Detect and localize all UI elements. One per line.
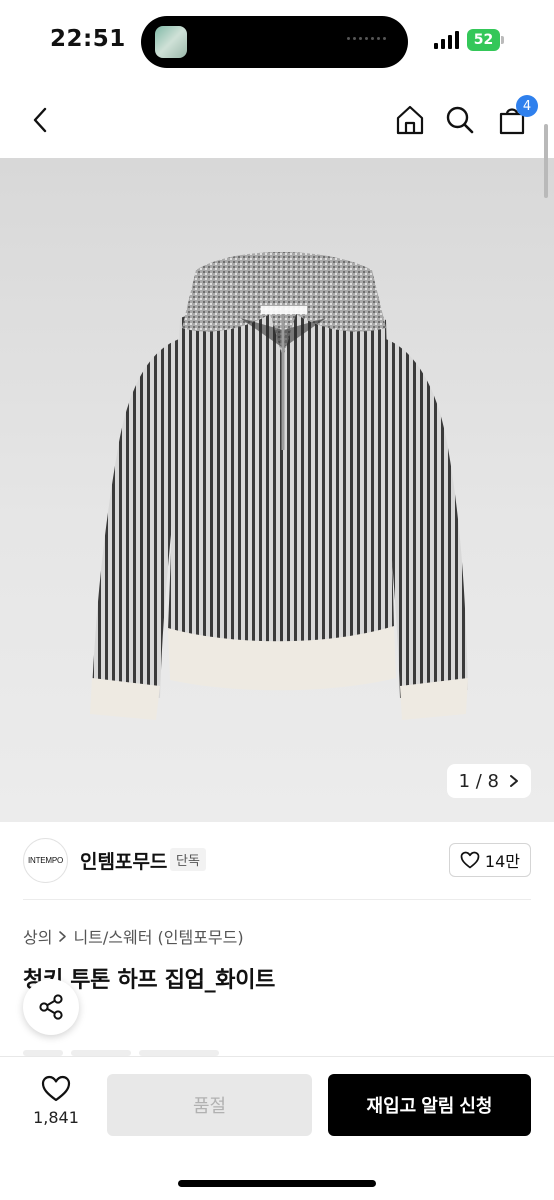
chevron-left-icon [33, 107, 47, 133]
bottom-action-bar: 1,841 품절 재입고 알림 신청 [0, 1056, 554, 1200]
audio-waveform-icon [347, 37, 386, 40]
product-photo-sweater [90, 252, 468, 720]
battery-level: 52 [467, 29, 500, 51]
scroll-indicator[interactable] [544, 124, 548, 198]
image-counter-text: 1 / 8 [458, 770, 499, 792]
wishlist-count: 1,841 [33, 1108, 79, 1127]
search-icon [446, 106, 474, 134]
cart-count-badge: 4 [516, 95, 538, 117]
share-icon [39, 994, 63, 1020]
product-image-carousel[interactable]: 1 / 8 [0, 158, 554, 822]
chevron-right-icon [510, 775, 518, 787]
breadcrumb-category[interactable]: 상의 [23, 924, 52, 948]
divider [23, 899, 531, 900]
cellular-signal-icon [434, 31, 459, 49]
soldout-button: 품절 [107, 1074, 312, 1136]
battery-icon: 52 [467, 29, 505, 51]
search-button[interactable] [442, 102, 478, 138]
share-button[interactable] [23, 979, 79, 1035]
image-counter[interactable]: 1 / 8 [446, 764, 531, 798]
now-playing-thumbnail [155, 26, 187, 58]
cart-button[interactable]: 4 [494, 95, 538, 138]
brand-logo[interactable]: INTEMPO [23, 838, 68, 883]
brand-name[interactable]: 인템포무드 [80, 847, 167, 874]
app-header: 4 [0, 84, 554, 158]
heart-icon [460, 851, 480, 869]
exclusive-badge: 단독 [170, 848, 206, 871]
home-button[interactable] [392, 102, 428, 138]
back-button[interactable] [22, 102, 58, 138]
brand-row: INTEMPO 인템포무드 단독 14만 [0, 836, 554, 886]
wishlist-button[interactable]: 1,841 [26, 1075, 86, 1127]
dynamic-island[interactable] [141, 16, 408, 68]
status-bar: 22:51 52 [0, 0, 554, 84]
home-icon [396, 105, 424, 135]
status-time: 22:51 [50, 26, 126, 52]
chevron-right-icon [59, 930, 67, 942]
restock-alert-button[interactable]: 재입고 알림 신청 [328, 1074, 531, 1136]
heart-icon [41, 1075, 71, 1102]
home-indicator[interactable] [178, 1180, 376, 1187]
breadcrumb: 상의 니트/스웨터 (인템포무드) [23, 924, 244, 948]
brand-like-count: 14만 [484, 852, 520, 871]
breadcrumb-subcategory[interactable]: 니트/스웨터 (인템포무드) [73, 924, 243, 948]
brand-like-button[interactable]: 14만 [448, 843, 531, 877]
